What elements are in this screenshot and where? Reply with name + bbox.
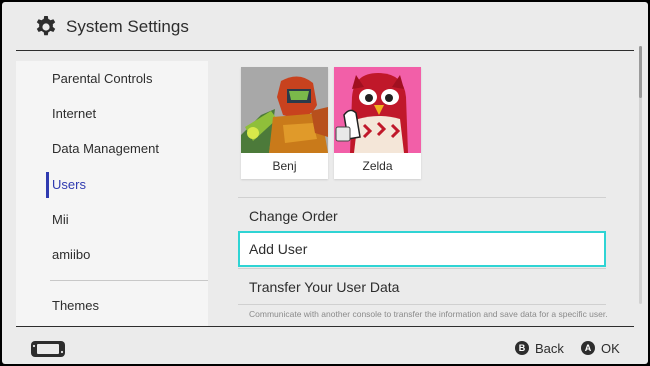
a-button-icon: A xyxy=(581,341,595,355)
b-button-icon: B xyxy=(515,341,529,355)
gear-icon xyxy=(36,16,56,36)
transfer-user-data-option[interactable]: Transfer Your User Data xyxy=(238,269,606,305)
ok-button[interactable]: A OK xyxy=(581,339,620,357)
back-label: Back xyxy=(535,340,564,356)
controller-icon xyxy=(31,341,65,357)
add-user-option[interactable]: Add User xyxy=(238,231,606,267)
owl-character-icon xyxy=(334,67,421,153)
sidebar-item-mii[interactable]: Mii xyxy=(52,210,69,230)
ok-label: OK xyxy=(601,340,620,356)
sidebar-item-internet[interactable]: Internet xyxy=(52,104,96,124)
user-name: Benj xyxy=(272,159,297,173)
user-card-zelda[interactable]: Zelda xyxy=(334,67,421,179)
page-title: System Settings xyxy=(66,17,189,36)
menu-divider xyxy=(238,304,606,305)
sidebar-item-users[interactable]: Users xyxy=(52,175,86,195)
avatar xyxy=(241,67,328,153)
sidebar-item-data-management[interactable]: Data Management xyxy=(52,139,159,159)
user-name: Zelda xyxy=(362,159,393,173)
sidebar-item-parental-controls[interactable]: Parental Controls xyxy=(52,69,152,89)
armored-hero-icon xyxy=(241,67,328,153)
sidebar-item-themes[interactable]: Themes xyxy=(52,296,99,316)
sidebar-item-amiibo[interactable]: amiibo xyxy=(52,245,90,265)
change-order-option[interactable]: Change Order xyxy=(238,198,606,234)
sidebar: Parental Controls Internet Data Manageme… xyxy=(16,61,208,326)
avatar xyxy=(334,67,421,153)
active-indicator xyxy=(46,172,49,198)
back-button[interactable]: B Back xyxy=(515,339,564,357)
footer-divider xyxy=(16,326,634,327)
settings-screen: System Settings Parental Controls Intern… xyxy=(2,2,648,364)
users-panel: Benj Zelda Change Order Add User Transfe… xyxy=(208,61,634,326)
header-divider xyxy=(16,50,634,51)
transfer-description: Communicate with another console to tran… xyxy=(249,309,608,319)
sidebar-divider xyxy=(50,280,208,281)
header: System Settings xyxy=(2,2,648,50)
user-card-benj[interactable]: Benj xyxy=(241,67,328,179)
scrollbar-thumb[interactable] xyxy=(639,46,642,98)
